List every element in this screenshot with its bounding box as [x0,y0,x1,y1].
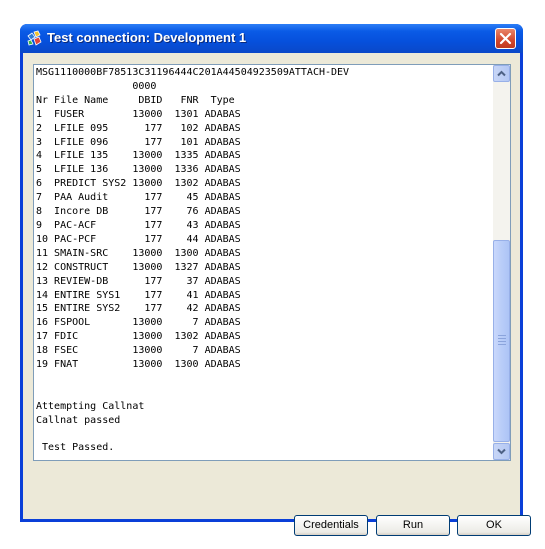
output-textarea[interactable]: MSG1110000BF78513C31196444C201A445049235… [33,64,511,461]
output-line: 2 LFILE 095 177 102 ADABAS [36,122,241,134]
output-line: 14 ENTIRE SYS1 177 41 ADABAS [36,289,241,301]
output-line: 6 PREDICT SYS2 13000 1302 ADABAS [36,178,241,190]
output-line: 0000 [36,80,157,92]
output-line: MSG1110000BF78513C31196444C201A445049235… [36,67,350,78]
output-line: 7 PAA Audit 177 45 ADABAS [36,192,241,204]
output-line: 17 FDIC 13000 1302 ADABAS [36,331,241,343]
output-line: 9 PAC-ACF 177 43 ADABAS [36,219,241,231]
output-line: 10 PAC-PCF 177 44 ADABAS [36,233,241,245]
ok-button[interactable]: OK [457,515,531,536]
scroll-up-button[interactable] [493,65,510,82]
output-line: Test Passed. [36,442,115,454]
output-line: 13 REVIEW-DB 177 37 ADABAS [36,275,241,287]
window-title: Test connection: Development 1 [47,30,247,45]
connection-gems-icon [26,30,43,47]
output-text: MSG1110000BF78513C31196444C201A445049235… [36,66,349,455]
arrow-down-icon [497,448,506,455]
title-bar[interactable]: Test connection: Development 1 [20,24,523,53]
output-line: 1 FUSER 13000 1301 ADABAS [36,108,241,120]
output-line: 18 FSEC 13000 7 ADABAS [36,345,241,357]
output-line: 3 LFILE 096 177 101 ADABAS [36,136,241,148]
output-line: 16 FSPOOL 13000 7 ADABAS [36,317,241,329]
output-line: 15 ENTIRE SYS2 177 42 ADABAS [36,303,241,315]
scroll-down-button[interactable] [493,443,510,460]
scrollbar-thumb[interactable] [493,240,510,442]
close-button[interactable] [495,28,516,49]
credentials-button[interactable]: Credentials [294,515,368,536]
output-line: Nr File Name DBID FNR Type [36,94,235,106]
close-x-icon [499,32,512,45]
run-button[interactable]: Run [376,515,450,536]
output-line: 5 LFILE 136 13000 1336 ADABAS [36,164,241,176]
output-line: 4 LFILE 135 13000 1335 ADABAS [36,150,241,162]
vertical-scrollbar[interactable] [493,65,510,460]
output-line: 12 CONSTRUCT 13000 1327 ADABAS [36,261,241,273]
output-line: Attempting Callnat [36,400,145,412]
output-line: Callnat passed [36,414,121,426]
output-line: 11 SMAIN-SRC 13000 1300 ADABAS [36,247,241,259]
dialog-window: Test connection: Development 1 MSG111000… [20,24,531,536]
dialog-body: MSG1110000BF78513C31196444C201A445049235… [23,53,531,536]
output-line: 19 FNAT 13000 1300 ADABAS [36,359,241,371]
output-line: 8 Incore DB 177 76 ADABAS [36,206,241,218]
arrow-up-icon [497,70,506,77]
